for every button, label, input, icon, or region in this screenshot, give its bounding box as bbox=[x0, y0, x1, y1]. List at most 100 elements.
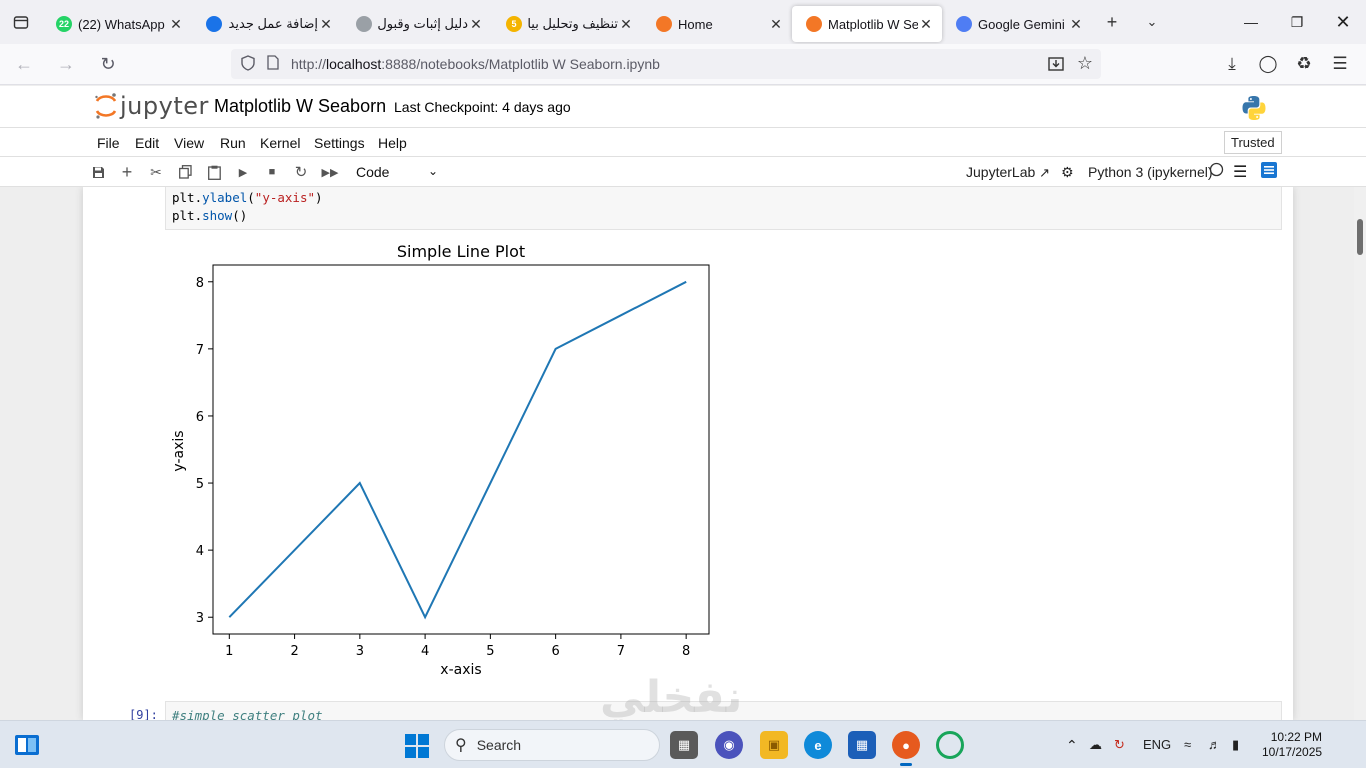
tray-cloud-icon[interactable]: ☁ bbox=[1089, 737, 1102, 753]
debugger-button[interactable]: ⚙ bbox=[1061, 164, 1074, 181]
save-button[interactable] bbox=[89, 163, 107, 181]
maximize-button[interactable]: ❐ bbox=[1274, 0, 1320, 44]
scissors-icon: ✂ bbox=[150, 163, 162, 180]
new-tab-button[interactable]: + bbox=[1092, 0, 1132, 44]
show-hidden-icons-button[interactable]: ⌃ bbox=[1066, 737, 1078, 754]
widgets-button[interactable] bbox=[14, 733, 40, 757]
menu-settings[interactable]: Settings bbox=[314, 135, 365, 151]
puzzle-icon: ♻ bbox=[1296, 54, 1312, 73]
system-clock[interactable]: 10:22 PM 10/17/2025 bbox=[1262, 730, 1322, 760]
jupyterlab-link[interactable]: JupyterLab ↗ bbox=[966, 164, 1050, 181]
property-inspector-button[interactable] bbox=[1261, 162, 1277, 181]
taskbar-search[interactable]: ⚲ Search bbox=[444, 729, 660, 761]
account-icon: ◯ bbox=[1258, 54, 1278, 73]
run-button[interactable]: ▶ bbox=[234, 163, 252, 181]
taskbar-app-chat[interactable]: ◉ bbox=[715, 731, 743, 759]
page-icon bbox=[267, 55, 279, 73]
menu-file[interactable]: File bbox=[97, 135, 120, 151]
browser-tab[interactable]: Home ✕ bbox=[642, 6, 792, 42]
paste-icon bbox=[207, 165, 221, 180]
browser-tab[interactable]: إضافة عمل جديد | ✕ bbox=[192, 6, 342, 42]
restart-button[interactable]: ↻ bbox=[292, 163, 310, 181]
cell-type-value: Code bbox=[356, 164, 390, 180]
wifi-icon[interactable]: ≈ bbox=[1184, 737, 1191, 752]
interrupt-button[interactable]: ■ bbox=[263, 163, 281, 181]
x-tick-label: 1 bbox=[225, 644, 233, 659]
x-tick-label: 5 bbox=[486, 644, 494, 659]
cell-type-select[interactable]: Code ⌄ bbox=[350, 161, 442, 183]
url-bar[interactable]: http://localhost:8888/notebooks/Matplotl… bbox=[231, 49, 1101, 79]
code-line: plt.show() bbox=[172, 208, 248, 223]
cut-button[interactable]: ✂ bbox=[147, 163, 165, 181]
downloads-button[interactable]: ⤓ bbox=[1214, 48, 1250, 80]
menu-edit[interactable]: Edit bbox=[135, 135, 159, 151]
page-scrollbar[interactable] bbox=[1354, 187, 1366, 720]
copy-button[interactable] bbox=[176, 163, 194, 181]
taskbar-app-firefox[interactable]: ● bbox=[892, 731, 920, 766]
bookmark-star-icon[interactable]: ☆ bbox=[1077, 53, 1093, 74]
jupyterlab-label: JupyterLab bbox=[966, 164, 1036, 180]
browser-tab[interactable]: دليل إثبات وقبول المها✕ bbox=[342, 6, 492, 42]
insert-cell-button[interactable]: + bbox=[118, 162, 136, 182]
tab-close-icon[interactable]: ✕ bbox=[618, 16, 634, 33]
x-tick-label: 2 bbox=[290, 644, 298, 659]
x-tick-label: 8 bbox=[682, 644, 690, 659]
paste-button[interactable] bbox=[205, 163, 223, 181]
taskbar-app-file-explorer[interactable]: ▣ bbox=[760, 731, 788, 759]
extensions-button[interactable]: ♻ bbox=[1286, 48, 1322, 80]
tab-close-icon[interactable]: ✕ bbox=[768, 16, 784, 33]
tab-close-icon[interactable]: ✕ bbox=[468, 16, 484, 33]
taskbar-app-store[interactable]: ▦ bbox=[848, 731, 876, 759]
tab-close-icon[interactable]: ✕ bbox=[168, 16, 184, 33]
tab-favicon-icon bbox=[356, 16, 372, 32]
start-button[interactable] bbox=[404, 733, 430, 759]
menu-help[interactable]: Help bbox=[378, 135, 407, 151]
tray-sync-icon[interactable]: ↻ bbox=[1114, 737, 1125, 753]
forward-button[interactable]: → bbox=[48, 46, 84, 82]
notebook-panel: plt.ylabel("y-axis") plt.show() Simple L… bbox=[0, 187, 1366, 720]
scrollbar-thumb[interactable] bbox=[1357, 219, 1363, 255]
menu-run[interactable]: Run bbox=[220, 135, 246, 151]
app-menu-button[interactable]: ☰ bbox=[1322, 48, 1358, 80]
plus-icon: + bbox=[1106, 11, 1118, 32]
minimize-button[interactable]: — bbox=[1228, 0, 1274, 44]
browser-tab[interactable]: 5 تنظيف وتحليل بيا ✕ bbox=[492, 6, 642, 42]
taskbar-app-anaconda[interactable] bbox=[936, 731, 964, 759]
taskbar-app-task-view[interactable]: ▦ bbox=[670, 731, 698, 759]
minimize-icon: — bbox=[1244, 14, 1258, 30]
play-icon: ▶ bbox=[238, 166, 248, 179]
jupyter-header: jupyter Matplotlib W Seaborn Last Checkp… bbox=[0, 86, 1366, 128]
back-button[interactable]: ← bbox=[6, 46, 42, 82]
volume-icon[interactable]: ♬ bbox=[1208, 737, 1221, 752]
language-indicator[interactable]: ENG bbox=[1143, 737, 1171, 752]
battery-icon[interactable]: ▮ bbox=[1232, 737, 1239, 753]
code-cell-input[interactable]: plt.ylabel("y-axis") plt.show() bbox=[165, 187, 1282, 230]
python-logo-icon bbox=[1242, 96, 1266, 120]
restart-run-all-button[interactable]: ▶▶ bbox=[321, 163, 339, 181]
reload-button[interactable]: ↻ bbox=[90, 46, 126, 82]
tab-list-button[interactable] bbox=[0, 0, 42, 44]
menu-view[interactable]: View bbox=[174, 135, 204, 151]
watermark-logo: نفخلي bbox=[600, 673, 743, 722]
browser-tab[interactable]: Google Gemini ✕ bbox=[942, 6, 1092, 42]
browser-tab[interactable]: 22 (22) WhatsApp ✕ bbox=[42, 6, 192, 42]
close-icon: ✕ bbox=[1335, 11, 1351, 32]
tab-close-icon[interactable]: ✕ bbox=[918, 16, 934, 33]
command-palette-button[interactable]: ☰ bbox=[1233, 162, 1247, 182]
firefox-icon: ● bbox=[902, 737, 910, 753]
trusted-indicator[interactable]: Trusted bbox=[1224, 131, 1282, 154]
tab-close-icon[interactable]: ✕ bbox=[1068, 16, 1084, 33]
account-button[interactable]: ◯ bbox=[1250, 48, 1286, 80]
notebook-title[interactable]: Matplotlib W Seaborn bbox=[214, 96, 386, 117]
jupyter-logo[interactable]: jupyter bbox=[94, 92, 209, 120]
save-page-icon[interactable] bbox=[1047, 55, 1065, 76]
tab-close-icon[interactable]: ✕ bbox=[318, 16, 334, 33]
close-window-button[interactable]: ✕ bbox=[1320, 0, 1366, 44]
taskbar-app-edge[interactable]: e bbox=[804, 731, 832, 759]
chevron-down-icon: ⌄ bbox=[1146, 14, 1158, 29]
download-icon: ⤓ bbox=[1228, 54, 1236, 73]
menu-kernel[interactable]: Kernel bbox=[260, 135, 300, 151]
kernel-name[interactable]: Python 3 (ipykernel) bbox=[1088, 164, 1213, 180]
list-all-tabs-button[interactable]: ⌄ bbox=[1132, 0, 1172, 44]
browser-tab[interactable]: Matplotlib W Seal✕ bbox=[792, 6, 942, 42]
